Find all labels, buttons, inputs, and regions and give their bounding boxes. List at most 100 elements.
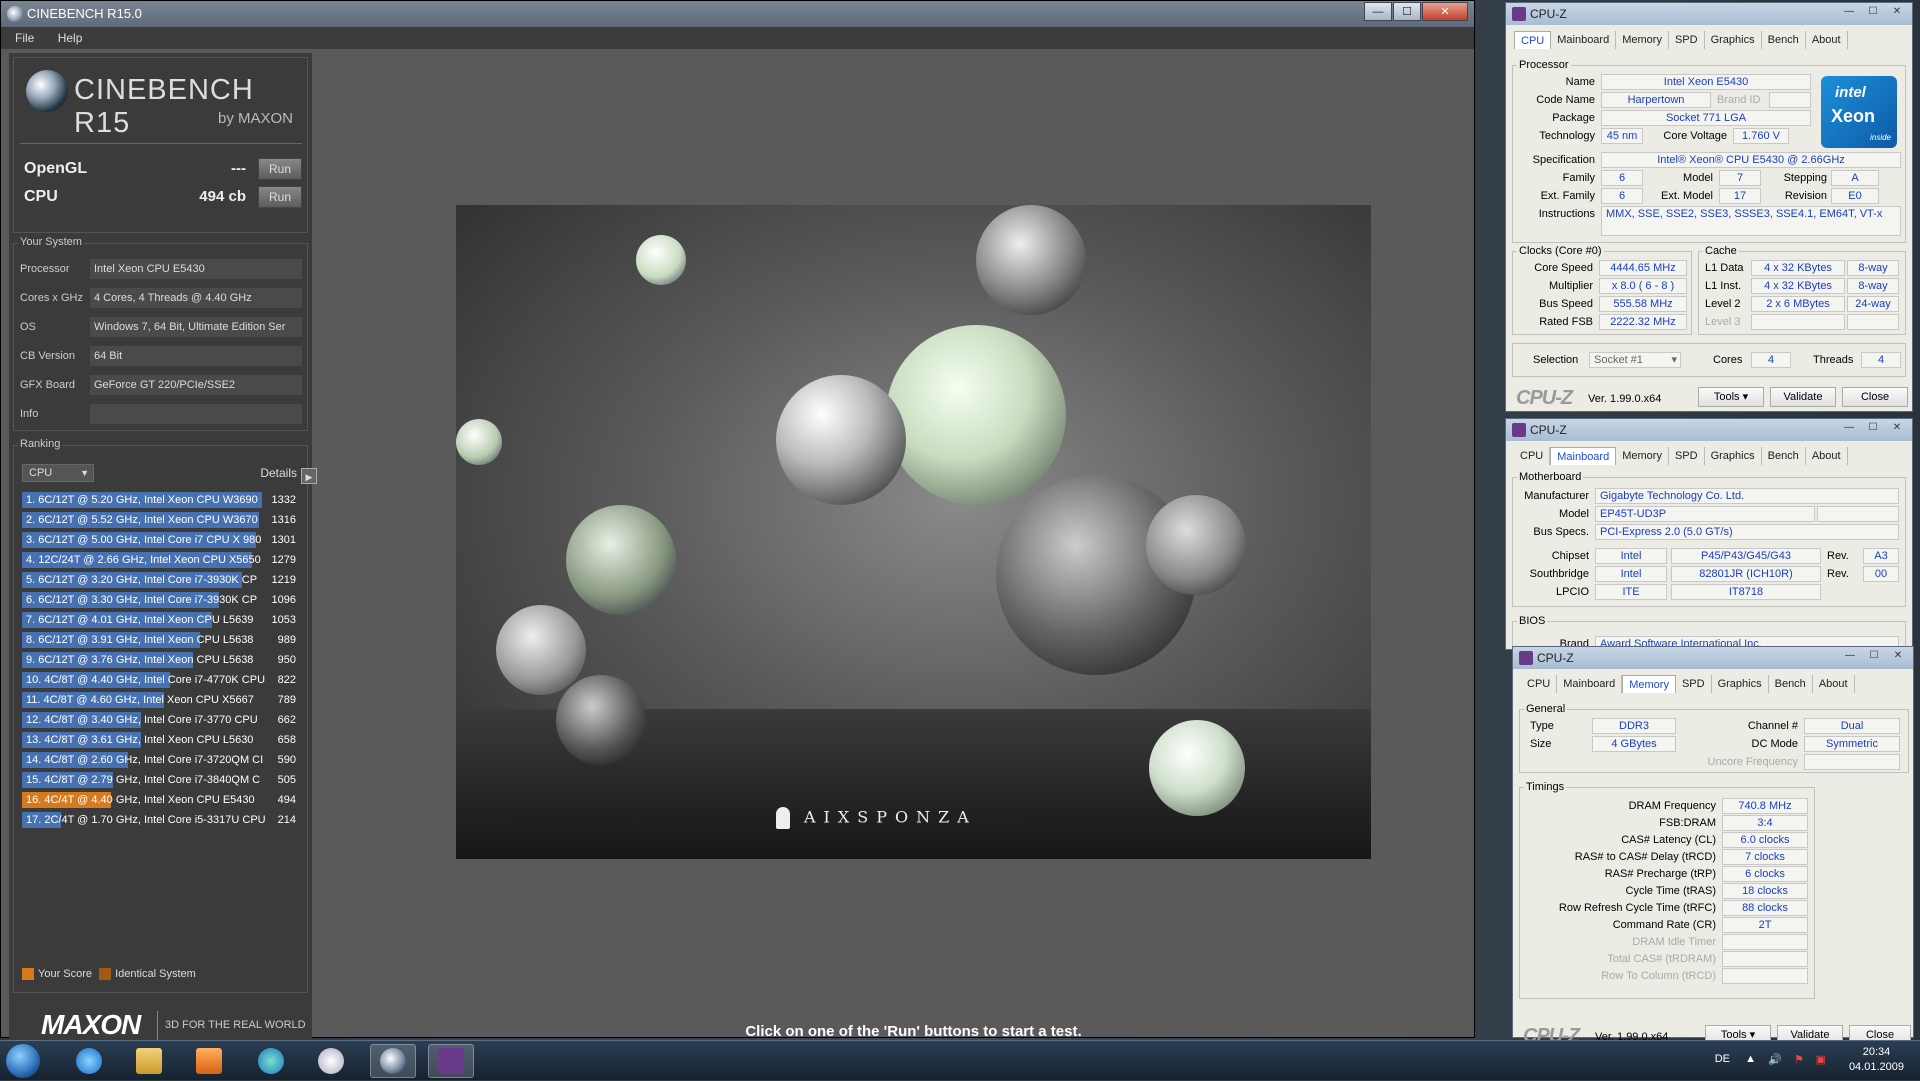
menu-file[interactable]: File <box>15 31 34 45</box>
tab-memory[interactable]: Memory <box>1616 31 1669 49</box>
language-indicator[interactable]: DE <box>1715 1053 1730 1065</box>
tab-bench[interactable]: Bench <box>1762 447 1806 465</box>
field-label: Cores <box>1713 354 1743 366</box>
ratedfsb-value: 2222.32 MHz <box>1599 314 1687 330</box>
taskbar-cpuz-icon[interactable] <box>428 1044 474 1078</box>
minimize-button[interactable]: — <box>1838 421 1860 437</box>
taskbar-edge-icon[interactable] <box>248 1044 294 1078</box>
tab-graphics[interactable]: Graphics <box>1712 675 1769 693</box>
ranking-row[interactable]: 12. 4C/8T @ 3.40 GHz, Intel Core i7-3770… <box>22 710 304 730</box>
tab-about[interactable]: About <box>1813 675 1855 693</box>
socket-select[interactable]: Socket #1 ▾ <box>1589 352 1681 368</box>
tab-cpu[interactable]: CPU <box>1514 31 1552 49</box>
maximize-button[interactable]: ☐ <box>1393 2 1421 21</box>
tab-spd[interactable]: SPD <box>1669 447 1705 465</box>
dcmode-value: Symmetric <box>1804 736 1900 752</box>
ranking-row[interactable]: 7. 6C/12T @ 4.01 GHz, Intel Xeon CPU L56… <box>22 610 304 630</box>
ranking-row[interactable]: 10. 4C/8T @ 4.40 GHz, Intel Core i7-4770… <box>22 670 304 690</box>
l2-way-value: 24-way <box>1847 296 1899 312</box>
action-center-icon[interactable]: ⚑ <box>1794 1053 1804 1066</box>
tab-graphics[interactable]: Graphics <box>1705 447 1762 465</box>
maximize-button[interactable]: ☐ <box>1862 421 1884 437</box>
close-button[interactable]: ✕ <box>1887 649 1909 665</box>
tab-cpu[interactable]: CPU <box>1521 675 1558 693</box>
start-button[interactable] <box>6 1044 40 1078</box>
volume-icon[interactable]: 🔊 <box>1768 1053 1782 1066</box>
minimize-button[interactable]: — <box>1364 2 1392 21</box>
taskbar-cinebench-icon[interactable] <box>370 1044 416 1078</box>
timing-label: DRAM Idle Timer <box>1632 936 1716 948</box>
tab-cpu[interactable]: CPU <box>1514 447 1551 465</box>
ranking-row[interactable]: 9. 6C/12T @ 3.76 GHz, Intel Xeon CPU L56… <box>22 650 304 670</box>
ranking-row[interactable]: 6. 6C/12T @ 3.30 GHz, Intel Core i7-3930… <box>22 590 304 610</box>
menu-help[interactable]: Help <box>58 31 83 45</box>
field-label: Selection <box>1533 354 1579 366</box>
tab-spd[interactable]: SPD <box>1676 675 1712 693</box>
ranking-type-select[interactable]: CPU ▼ <box>22 464 94 482</box>
info-field[interactable] <box>90 404 302 424</box>
minimize-button[interactable]: — <box>1838 5 1860 21</box>
cpuz-titlebar[interactable]: CPU-Z — ☐ ✕ <box>1506 3 1912 25</box>
tools-button[interactable]: Tools ▾ <box>1698 387 1764 407</box>
ranking-row[interactable]: 4. 12C/24T @ 2.66 GHz, Intel Xeon CPU X5… <box>22 550 304 570</box>
tab-mainboard[interactable]: Mainboard <box>1557 675 1623 693</box>
ranking-row[interactable]: 11. 4C/8T @ 4.60 GHz, Intel Xeon CPU X56… <box>22 690 304 710</box>
ranking-row[interactable]: 13. 4C/8T @ 3.61 GHz, Intel Xeon CPU L56… <box>22 730 304 750</box>
show-hidden-icons-icon[interactable]: ▲ <box>1745 1053 1756 1065</box>
tools-label: Tools <box>1713 391 1740 403</box>
close-button[interactable]: Close <box>1842 387 1908 407</box>
tab-about[interactable]: About <box>1806 31 1848 49</box>
tab-bench[interactable]: Bench <box>1769 675 1813 693</box>
cache-group: Cache L1 Data 4 x 32 KBytes 8-way L1 Ins… <box>1698 245 1906 335</box>
ranking-row[interactable]: 3. 6C/12T @ 5.00 GHz, Intel Core i7 CPU … <box>22 530 304 550</box>
close-button[interactable]: ✕ <box>1886 5 1908 21</box>
cpuz-titlebar[interactable]: CPU-Z — ☐ ✕ <box>1513 647 1913 669</box>
ranking-row[interactable]: 14. 4C/8T @ 2.60 GHz, Intel Core i7-3720… <box>22 750 304 770</box>
ranking-row[interactable]: 2. 6C/12T @ 5.52 GHz, Intel Xeon CPU W36… <box>22 510 304 530</box>
close-button[interactable]: ✕ <box>1422 2 1468 21</box>
tab-about[interactable]: About <box>1806 447 1848 465</box>
busspeed-value: 555.58 MHz <box>1599 296 1687 312</box>
ranking-row[interactable]: 1. 6C/12T @ 5.20 GHz, Intel Xeon CPU W36… <box>22 490 304 510</box>
validate-button[interactable]: Validate <box>1770 387 1836 407</box>
general-group: General Type DDR3 Channel # Dual Size 4 … <box>1519 703 1909 773</box>
render-sphere <box>1146 495 1246 595</box>
taskbar-explorer-icon[interactable] <box>126 1044 172 1078</box>
minimize-button[interactable]: — <box>1839 649 1861 665</box>
ranking-row[interactable]: 16. 4C/4T @ 4.40 GHz, Intel Xeon CPU E54… <box>22 790 304 810</box>
tab-memory[interactable]: Memory <box>1622 675 1676 693</box>
network-icon[interactable]: ▣ <box>1816 1053 1826 1066</box>
maximize-button[interactable]: ☐ <box>1862 5 1884 21</box>
close-button[interactable]: ✕ <box>1886 421 1908 437</box>
taskbar-internet-explorer-icon[interactable] <box>66 1044 112 1078</box>
cinebench-titlebar[interactable]: CINEBENCH R15.0 — ☐ ✕ <box>1 1 1474 27</box>
cpuz-app-icon <box>1512 423 1526 437</box>
tab-mainboard[interactable]: Mainboard <box>1550 447 1617 465</box>
run-cpu-button[interactable]: Run <box>258 186 302 208</box>
ranking-score: 1096 <box>271 594 296 606</box>
cpuz-title: CPU-Z <box>1530 423 1567 437</box>
maximize-button[interactable]: ☐ <box>1863 649 1885 665</box>
tab-graphics[interactable]: Graphics <box>1705 31 1762 49</box>
tab-bench[interactable]: Bench <box>1762 31 1806 49</box>
render-sphere <box>556 675 646 765</box>
ranking-row[interactable]: 5. 6C/12T @ 3.20 GHz, Intel Core i7-3930… <box>22 570 304 590</box>
corespeed-value: 4444.65 MHz <box>1599 260 1687 276</box>
cpuz-titlebar[interactable]: CPU-Z — ☐ ✕ <box>1506 419 1912 441</box>
group-title: BIOS <box>1517 615 1548 627</box>
taskbar-media-player-icon[interactable] <box>186 1044 232 1078</box>
clock[interactable]: 20:34 04.01.2009 <box>1849 1045 1904 1075</box>
ranking-row[interactable]: 8. 6C/12T @ 3.91 GHz, Intel Xeon CPU L56… <box>22 630 304 650</box>
field-label: Stepping <box>1783 172 1827 184</box>
details-button[interactable]: Details ▶ <box>260 464 317 484</box>
selection-group: Selection Socket #1 ▾ Cores 4 Threads 4 <box>1512 343 1906 377</box>
system-row: GFX Board GeForce GT 220/PCIe/SSE2 <box>20 374 302 396</box>
details-label: Details <box>260 466 297 480</box>
ranking-row[interactable]: 15. 4C/8T @ 2.79 GHz, Intel Core i7-3840… <box>22 770 304 790</box>
tab-memory[interactable]: Memory <box>1616 447 1669 465</box>
tab-spd[interactable]: SPD <box>1669 31 1705 49</box>
taskbar-tool-icon[interactable] <box>308 1044 354 1078</box>
ranking-row[interactable]: 17. 2C/4T @ 1.70 GHz, Intel Core i5-3317… <box>22 810 304 830</box>
tab-mainboard[interactable]: Mainboard <box>1551 31 1617 49</box>
run-opengl-button[interactable]: Run <box>258 158 302 180</box>
